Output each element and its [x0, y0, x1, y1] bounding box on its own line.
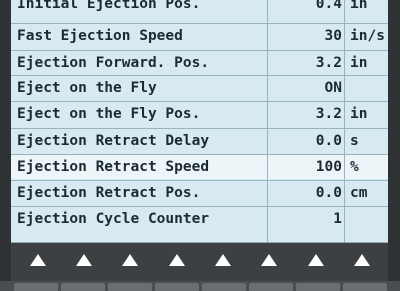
bezel-right [388, 0, 400, 291]
up-arrow-icon[interactable] [308, 254, 324, 266]
param-label: Initial Ejection Pos. [17, 0, 201, 12]
hardware-key-row [0, 281, 400, 291]
softkey-button[interactable] [296, 283, 340, 291]
param-label: Eject on the Fly [17, 80, 157, 96]
param-label: Ejection Cycle Counter [17, 211, 210, 227]
param-row-initial-ejection-pos[interactable]: Initial Ejection Pos. 0.4 in [11, 0, 388, 16]
param-row-ejection-forward-pos[interactable]: Ejection Forward. Pos. 3.2 in [11, 50, 388, 75]
softkey-button[interactable] [108, 283, 152, 291]
param-unit: in [350, 106, 368, 122]
param-row-ejection-retract-speed[interactable]: Ejection Retract Speed 100 % [11, 154, 388, 179]
parameter-screen: Initial Ejection Pos. 0.4 in Fast Ejecti… [11, 0, 388, 243]
param-value[interactable]: 100 [316, 155, 342, 179]
param-value[interactable]: 0.0 [316, 181, 342, 205]
param-unit: cm [350, 185, 368, 201]
up-arrow-icon[interactable] [261, 254, 277, 266]
param-row-eject-on-the-fly-pos[interactable]: Eject on the Fly Pos. 3.2 in [11, 101, 388, 126]
softkey-button[interactable] [202, 283, 246, 291]
up-arrow-icon[interactable] [215, 254, 231, 266]
param-label: Ejection Retract Speed [17, 159, 210, 175]
column-divider [267, 0, 268, 242]
param-row-ejection-retract-pos[interactable]: Ejection Retract Pos. 0.0 cm [11, 180, 388, 205]
softkey-button[interactable] [61, 283, 105, 291]
up-arrow-icon[interactable] [122, 254, 138, 266]
param-value[interactable]: 30 [325, 24, 342, 48]
softkey-button[interactable] [14, 283, 58, 291]
softkey-bar [11, 243, 388, 281]
param-row-eject-on-the-fly[interactable]: Eject on the Fly ON [11, 75, 388, 100]
param-value[interactable]: 3.2 [316, 102, 342, 126]
param-unit: in [350, 0, 368, 12]
param-unit: s [350, 133, 359, 149]
param-label: Ejection Retract Delay [17, 133, 210, 149]
param-value[interactable]: 3.2 [316, 51, 342, 75]
param-label: Ejection Retract Pos. [17, 185, 201, 201]
param-unit: in/s [350, 28, 385, 44]
param-row-ejection-retract-delay[interactable]: Ejection Retract Delay 0.0 s [11, 128, 388, 153]
param-value[interactable]: 0.4 [316, 0, 342, 16]
softkey-button[interactable] [155, 283, 199, 291]
param-label: Ejection Forward. Pos. [17, 55, 210, 71]
up-arrow-icon[interactable] [76, 254, 92, 266]
param-value[interactable]: 0.0 [316, 129, 342, 153]
param-row-ejection-cycle-counter[interactable]: Ejection Cycle Counter 1 [11, 206, 388, 231]
param-label: Eject on the Fly Pos. [17, 106, 201, 122]
column-divider [344, 0, 345, 242]
up-arrow-icon[interactable] [169, 254, 185, 266]
softkey-button[interactable] [343, 283, 387, 291]
bezel-left [0, 0, 11, 291]
param-unit: % [350, 159, 359, 175]
param-value[interactable]: ON [325, 76, 342, 100]
softkey-button[interactable] [249, 283, 293, 291]
param-row-fast-ejection-speed[interactable]: Fast Ejection Speed 30 in/s [11, 23, 388, 48]
up-arrow-icon[interactable] [30, 254, 46, 266]
param-label: Fast Ejection Speed [17, 28, 183, 44]
param-value[interactable]: 1 [333, 207, 342, 231]
param-unit: in [350, 55, 368, 71]
up-arrow-icon[interactable] [354, 254, 370, 266]
